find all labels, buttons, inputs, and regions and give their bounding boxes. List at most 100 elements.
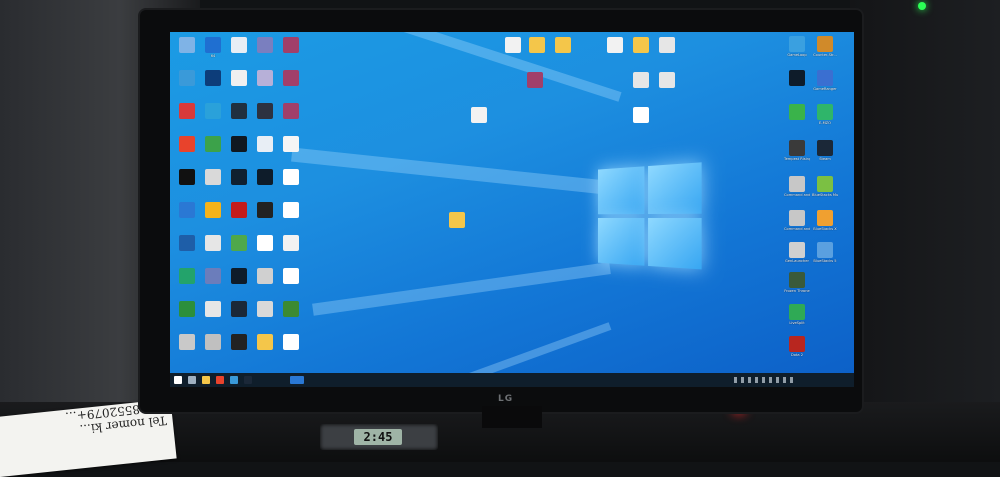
desktop-icon[interactable] — [200, 169, 226, 186]
desktop-icon[interactable] — [784, 104, 810, 121]
desktop-icon[interactable] — [628, 72, 654, 89]
desktop-icon[interactable] — [252, 301, 278, 318]
system-tray[interactable] — [734, 377, 794, 383]
desktop-icon[interactable] — [200, 70, 226, 87]
desktop-icon[interactable] — [252, 235, 278, 252]
desktop-icon[interactable] — [252, 268, 278, 285]
taskbar-app-icon[interactable] — [244, 376, 252, 384]
desktop-icon[interactable] — [252, 169, 278, 186]
desktop-icon[interactable] — [602, 37, 628, 54]
desktop-icon[interactable] — [174, 235, 200, 252]
desktop-icon[interactable]: Dota 2 — [784, 336, 810, 357]
desktop-icon[interactable] — [200, 202, 226, 219]
desktop-icon[interactable]: GenLauncher — [784, 242, 810, 263]
desktop-icon[interactable] — [200, 268, 226, 285]
desktop-icon-label: Command and Conqu... — [784, 193, 810, 197]
desktop-icon[interactable] — [278, 202, 304, 219]
desktop-icon[interactable] — [226, 169, 252, 186]
app-icon — [205, 169, 221, 185]
chrome-icon[interactable] — [216, 376, 224, 384]
app-icon — [817, 242, 833, 258]
desktop-icon[interactable] — [252, 70, 278, 87]
desktop-icon[interactable] — [226, 37, 252, 54]
desktop-icon[interactable]: Counter-Str... — [812, 36, 838, 57]
desktop-icon[interactable]: E-MZO — [812, 104, 838, 125]
desktop-icon[interactable]: Steam — [812, 140, 838, 161]
desktop-icon[interactable]: GameRanger — [812, 70, 838, 91]
desktop-icon[interactable]: Command and Conqu... — [784, 210, 810, 231]
desktop-icon[interactable] — [278, 37, 304, 54]
desktop-icon[interactable] — [628, 37, 654, 54]
desktop-icon[interactable]: LiveSplit — [784, 304, 810, 325]
desktop-icon[interactable] — [226, 103, 252, 120]
desktop-icon[interactable] — [174, 268, 200, 285]
app-icon — [179, 268, 195, 284]
desktop-icon[interactable] — [174, 202, 200, 219]
desktop-icon[interactable] — [174, 37, 200, 54]
desktop-icon[interactable] — [252, 202, 278, 219]
desktop-icon[interactable]: Tempest Rising — [784, 140, 810, 161]
desktop-icon[interactable] — [252, 103, 278, 120]
desktop-icon-label: Steam — [819, 157, 831, 161]
taskbar[interactable] — [170, 373, 854, 387]
app-icon — [205, 235, 221, 251]
desktop-icon[interactable] — [278, 334, 304, 351]
desktop-icon[interactable] — [200, 334, 226, 351]
start-icon[interactable] — [174, 376, 182, 384]
app-icon — [633, 107, 649, 123]
desktop-icon[interactable]: GameLoop — [784, 36, 810, 57]
taskbar-app-icon[interactable] — [230, 376, 238, 384]
desktop-icon[interactable] — [278, 103, 304, 120]
desktop-icon[interactable]: BlueStacks X — [812, 210, 838, 231]
desktop-icon[interactable] — [174, 70, 200, 87]
desktop-icon[interactable] — [226, 301, 252, 318]
desktop-icon[interactable] — [522, 72, 548, 89]
desktop-icon[interactable]: 64 — [200, 37, 226, 58]
desktop-icon[interactable] — [252, 334, 278, 351]
desktop-icon[interactable] — [252, 136, 278, 153]
search-icon[interactable] — [188, 376, 196, 384]
desktop-icon[interactable]: Command and Conqu... — [784, 176, 810, 197]
app-icon — [817, 140, 833, 156]
desktop-icon[interactable] — [174, 334, 200, 351]
desktop-icon[interactable] — [444, 212, 470, 229]
desktop-icon[interactable] — [226, 334, 252, 351]
desktop-icon[interactable] — [278, 136, 304, 153]
desktop-icon[interactable] — [654, 37, 680, 54]
desktop-icon[interactable] — [226, 202, 252, 219]
desktop-screen[interactable]: 64 GameLoop Counter-Str... GameRanger E-MZO T… — [170, 32, 854, 387]
desktop-icon[interactable] — [174, 301, 200, 318]
desktop-icon[interactable] — [226, 136, 252, 153]
desktop-icon[interactable] — [278, 70, 304, 87]
desktop-icon[interactable] — [200, 301, 226, 318]
desktop-icon[interactable] — [226, 70, 252, 87]
desktop-icon[interactable]: BlueStacks 5 — [812, 242, 838, 263]
desktop-icon[interactable] — [278, 268, 304, 285]
desktop-icon[interactable]: BlueStacks Multi-Insta... — [812, 176, 838, 197]
desktop-icon[interactable] — [278, 169, 304, 186]
desktop-icon[interactable] — [174, 169, 200, 186]
app-icon — [179, 202, 195, 218]
desktop-icon[interactable] — [278, 235, 304, 252]
desktop-icon-label: Counter-Str... — [813, 53, 837, 57]
desktop-icon[interactable] — [654, 72, 680, 89]
desktop-icon[interactable] — [466, 107, 492, 124]
desktop-icon[interactable] — [200, 235, 226, 252]
explorer-icon[interactable] — [202, 376, 210, 384]
desktop-icon[interactable] — [174, 103, 200, 120]
desktop-icon[interactable] — [200, 103, 226, 120]
desktop-icon[interactable] — [174, 136, 200, 153]
desktop-icon[interactable] — [226, 235, 252, 252]
desktop-icon[interactable] — [252, 37, 278, 54]
desktop-icon[interactable] — [200, 136, 226, 153]
desktop-icon-label: BlueStacks 5 — [813, 259, 837, 263]
desktop-icon[interactable] — [784, 70, 810, 87]
taskbar-app-icon[interactable] — [290, 376, 304, 384]
desktop-icon[interactable] — [628, 107, 654, 124]
desktop-icon[interactable] — [226, 268, 252, 285]
desktop-icon[interactable] — [550, 37, 576, 54]
desktop-icon[interactable] — [524, 37, 550, 54]
desktop-icon[interactable] — [500, 37, 526, 54]
desktop-icon[interactable] — [278, 301, 304, 318]
desktop-icon[interactable]: Frozen Throne — [784, 272, 810, 293]
